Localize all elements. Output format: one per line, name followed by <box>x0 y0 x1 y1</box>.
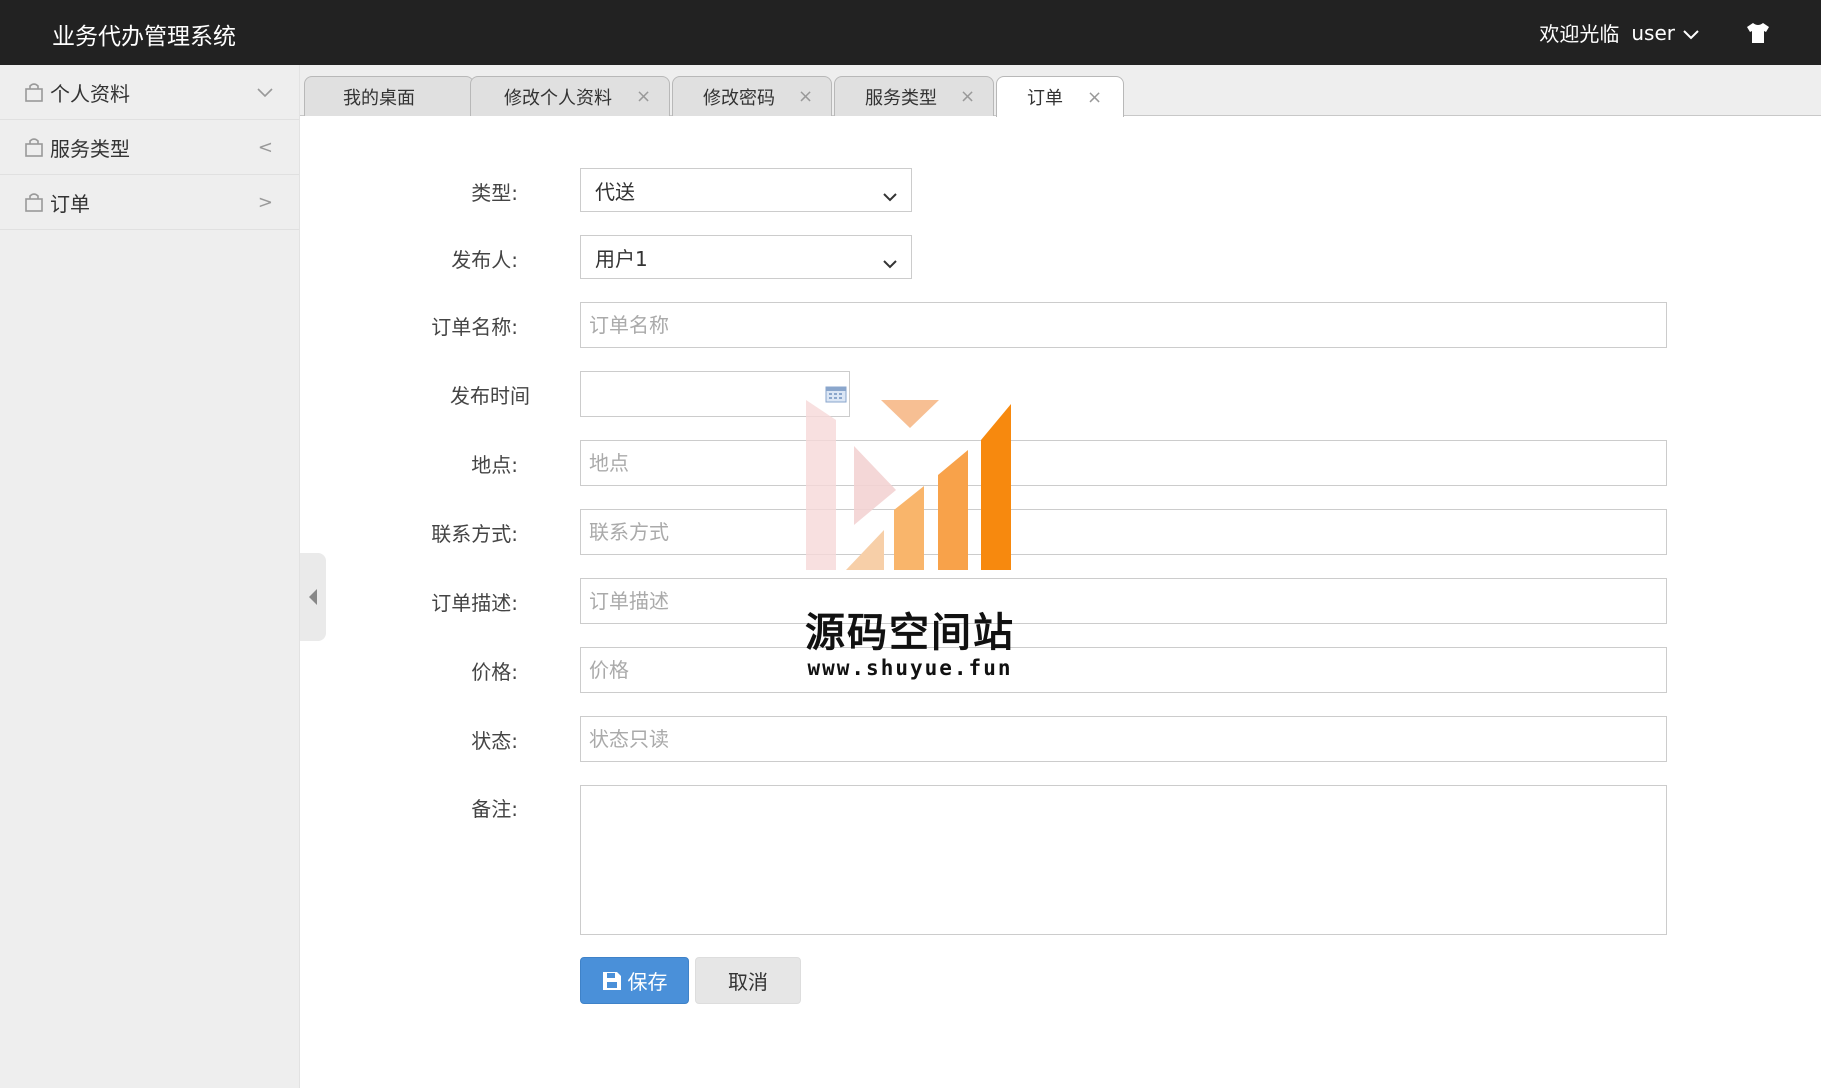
watermark-name: 源码空间站 <box>805 610 1015 656</box>
sidebar-item-order[interactable]: 订单 > <box>0 175 299 230</box>
sidebar-item-profile[interactable]: 个人资料 <box>0 65 299 120</box>
contact-input[interactable] <box>580 509 1667 555</box>
tab-edit-profile[interactable]: 修改个人资料 × <box>470 76 670 116</box>
top-right-area: 欢迎光临 user <box>1539 0 1821 65</box>
username: user <box>1631 20 1675 45</box>
type-label: 类型: <box>471 181 518 205</box>
publisher-select-value: 用户1 <box>595 246 648 271</box>
tshirt-icon[interactable] <box>1745 22 1771 44</box>
bag-icon <box>24 192 44 212</box>
sidebar-item-label: 订单 <box>50 191 90 216</box>
order-name-label: 订单名称: <box>431 315 518 339</box>
sidebar-item-label: 个人资料 <box>50 81 130 106</box>
tab-bar: 我的桌面 修改个人资料 × 修改密码 × 服务类型 × 订单 × <box>300 65 1821 117</box>
description-input[interactable] <box>580 578 1667 624</box>
status-input[interactable] <box>580 716 1667 762</box>
app-title: 业务代办管理系统 <box>52 24 236 50</box>
welcome-text: 欢迎光临 <box>1539 22 1620 46</box>
save-button[interactable]: 保存 <box>580 957 689 1004</box>
top-bar: 业务代办管理系统 欢迎光临 user <box>0 0 1821 65</box>
close-icon[interactable]: × <box>960 86 975 107</box>
location-label: 地点: <box>471 453 518 477</box>
publish-time-label: 发布时间 <box>450 384 530 408</box>
location-input[interactable] <box>580 440 1667 486</box>
sidebar-item-service-type[interactable]: 服务类型 < <box>0 120 299 175</box>
floppy-disk-icon <box>602 971 622 991</box>
chevron-left-icon: < <box>257 137 273 158</box>
publisher-select[interactable]: 用户1 <box>580 235 912 279</box>
chevron-right-icon: > <box>257 192 273 213</box>
price-label: 价格: <box>471 660 518 684</box>
bag-icon <box>24 137 44 157</box>
bag-icon <box>24 82 44 102</box>
watermark-logo <box>806 400 1016 579</box>
remark-textarea[interactable] <box>580 785 1667 935</box>
type-select[interactable]: 代送 <box>580 168 912 212</box>
tab-order[interactable]: 订单 × <box>996 76 1124 117</box>
close-icon[interactable]: × <box>798 86 813 107</box>
remark-label: 备注: <box>471 797 518 821</box>
publisher-label: 发布人: <box>451 248 518 272</box>
tab-label: 修改个人资料 <box>504 87 612 109</box>
order-name-input[interactable] <box>580 302 1667 348</box>
cancel-button[interactable]: 取消 <box>695 957 801 1004</box>
watermark-url: www.shuyue.fun <box>807 656 1013 680</box>
close-icon[interactable]: × <box>636 86 651 107</box>
tab-label: 我的桌面 <box>343 87 415 109</box>
sidebar: 个人资料 服务类型 < 订单 > <box>0 65 300 1088</box>
chevron-down-icon <box>257 82 273 103</box>
close-icon[interactable]: × <box>1087 87 1102 108</box>
tab-service-type[interactable]: 服务类型 × <box>834 76 994 116</box>
tab-label: 服务类型 <box>865 87 937 109</box>
tab-label: 修改密码 <box>703 87 775 109</box>
type-select-value: 代送 <box>595 179 635 204</box>
chevron-down-icon <box>1683 21 1699 45</box>
order-form: 类型: 代送 发布人: 用户1 订单名称: 发布时间 地点: 联系方式: 订单描… <box>300 116 1821 1088</box>
chevron-down-icon <box>883 183 897 207</box>
status-label: 状态: <box>471 729 518 753</box>
sidebar-item-label: 服务类型 <box>50 136 130 161</box>
chevron-down-icon <box>883 250 897 274</box>
tab-change-password[interactable]: 修改密码 × <box>672 76 832 116</box>
price-input[interactable] <box>580 647 1667 693</box>
user-menu[interactable]: user <box>1631 21 1699 45</box>
tab-my-desktop[interactable]: 我的桌面 <box>304 76 474 116</box>
save-label: 保存 <box>627 970 668 994</box>
contact-label: 联系方式: <box>431 522 518 546</box>
tab-label: 订单 <box>1027 88 1063 109</box>
description-label: 订单描述: <box>431 591 518 615</box>
cancel-label: 取消 <box>728 970 768 994</box>
